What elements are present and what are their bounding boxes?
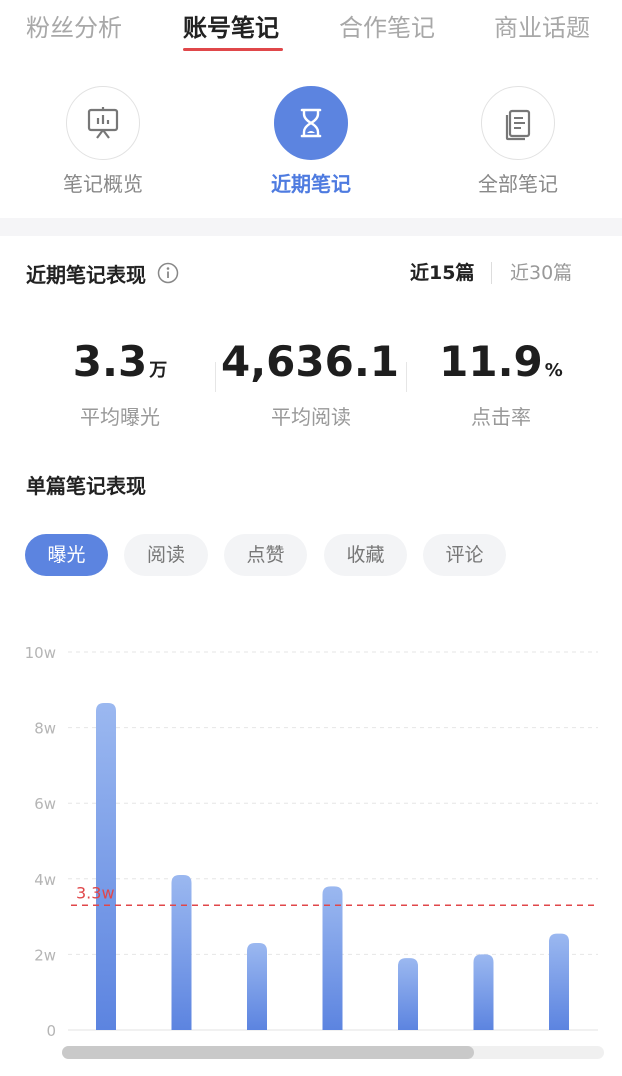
hourglass-icon [274,86,348,160]
metric-tab-exposure[interactable]: 曝光 [25,534,108,576]
metric-tab-likes[interactable]: 点赞 [224,534,307,576]
stat-click-rate: 11.9% 点击率 [411,336,591,430]
exposure-bar[interactable] [96,703,116,1030]
notes-sub-nav: 笔记概览 近期笔记 全部笔记 [0,62,622,218]
active-tab-indicator [183,48,283,51]
subnav-recent-notes[interactable]: 近期笔记 [241,86,381,197]
exposure-bar[interactable] [171,875,192,1030]
range-divider [491,262,492,284]
stat-label: 平均曝光 [80,405,160,429]
stat-value: 3.3 万 [72,337,168,386]
metric-tab-comments[interactable]: 评论 [423,534,506,576]
presentation-board-icon [66,86,140,160]
tab-business-topics[interactable]: 商业话题 [494,12,590,52]
y-tick-label: 0 [46,1022,56,1040]
info-icon[interactable] [157,262,179,284]
single-performance-title: 单篇笔记表现 [26,474,146,498]
chart-scrollbar-thumb[interactable] [62,1046,474,1059]
stat-label: 点击率 [471,405,531,429]
subnav-all-notes[interactable]: 全部笔记 [448,86,588,197]
stat-label: 平均阅读 [271,405,351,429]
exposure-bar-chart: 0 2w 4w 6w 8w 10w 3.3w [25,644,598,1040]
tab-account-notes[interactable]: 账号笔记 [183,12,279,52]
exposure-bar[interactable] [247,943,267,1030]
y-tick-label: 2w [34,946,56,964]
stat-divider [215,362,216,392]
y-tick-label: 4w [34,871,56,889]
subnav-label: 近期笔记 [271,172,351,196]
stat-value: 11.9% [439,337,563,386]
recent-performance-title: 近期笔记表现 [26,263,146,287]
average-line-label: 3.3w [76,883,115,902]
documents-icon [481,86,555,160]
stat-avg-exposure: 3.3 万 平均曝光 [30,336,210,430]
section-divider [0,218,622,236]
top-tab-bar: 粉丝分析 账号笔记 合作笔记 商业话题 [0,0,622,62]
y-tick-label: 10w [25,644,56,662]
exposure-bar[interactable] [549,933,569,1030]
exposure-bar[interactable] [322,886,343,1030]
tab-cooperation-notes[interactable]: 合作笔记 [339,12,435,52]
stat-value: 4,636.1 [221,337,400,386]
stat-divider [406,362,407,392]
subnav-notes-overview[interactable]: 笔记概览 [33,86,173,197]
range-recent-15[interactable]: 近15篇 [410,258,474,285]
subnav-label: 笔记概览 [63,172,143,196]
subnav-label: 全部笔记 [478,172,558,196]
exposure-bar[interactable] [398,958,418,1030]
range-recent-30[interactable]: 近30篇 [510,258,572,285]
metric-tab-collects[interactable]: 收藏 [324,534,407,576]
stat-avg-reads: 4,636.1 平均阅读 [221,336,401,430]
tab-fan-analysis[interactable]: 粉丝分析 [26,12,122,52]
y-tick-label: 6w [34,795,56,813]
exposure-bar[interactable] [473,954,494,1030]
y-tick-label: 8w [34,720,56,738]
metric-tab-reads[interactable]: 阅读 [124,534,208,576]
